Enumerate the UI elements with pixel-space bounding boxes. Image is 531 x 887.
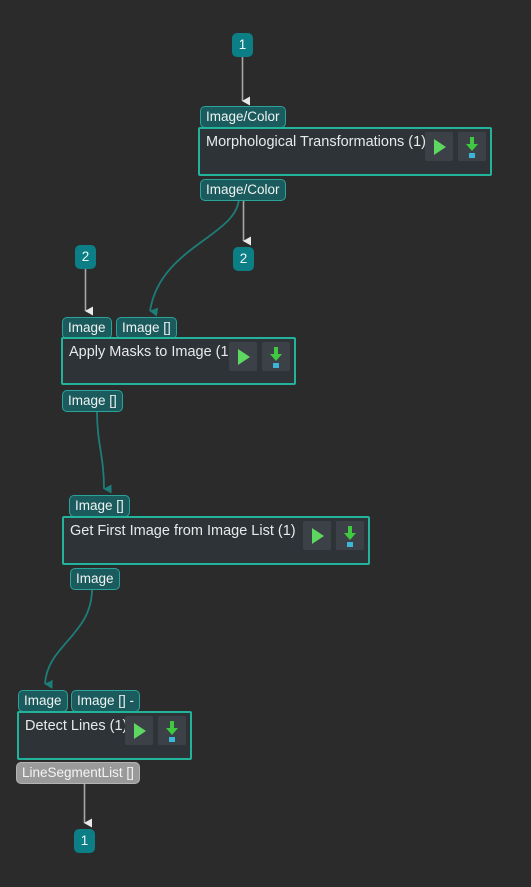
graph-canvas[interactable]: 1 2 2 1 Image/Color Morphological Transf… — [0, 0, 531, 887]
download-icon-head — [466, 144, 478, 151]
port-out-image-color-morph[interactable]: Image/Color — [200, 179, 286, 201]
node-title-detect-lines: Detect Lines (1) — [25, 718, 128, 734]
download-icon-head — [344, 533, 356, 540]
node-morphological-transformations[interactable]: Morphological Transformations (1) — [198, 127, 492, 176]
node-get-first-image-from-image-list[interactable]: Get First Image from Image List (1) — [62, 516, 370, 565]
port-in-image-apply-masks[interactable]: Image — [62, 317, 112, 339]
node-detect-lines[interactable]: Detect Lines (1) — [17, 711, 192, 760]
port-out-image-get-first[interactable]: Image — [70, 568, 120, 590]
download-button[interactable] — [158, 716, 186, 745]
edge-get-first-to-detect-lines — [44, 588, 93, 689]
play-icon — [134, 723, 146, 739]
node-buttons-morph — [425, 132, 486, 161]
run-button[interactable] — [303, 521, 331, 550]
node-buttons-detect-lines — [125, 716, 186, 745]
download-button[interactable] — [262, 342, 290, 371]
download-icon-base — [469, 153, 475, 158]
node-buttons-apply-masks — [229, 342, 290, 371]
node-title-morphological-transformations: Morphological Transformations (1) — [206, 134, 427, 150]
play-icon — [312, 528, 324, 544]
group-badge-1-top[interactable]: 1 — [232, 33, 253, 57]
download-icon-base — [169, 737, 175, 742]
edge-morph-to-apply-masks — [149, 196, 240, 317]
group-badge-2-right[interactable]: 2 — [233, 247, 254, 271]
port-in-image-color-morph[interactable]: Image/Color — [200, 106, 286, 128]
group-badge-1-bottom[interactable]: 1 — [74, 829, 95, 853]
port-out-image-list-apply-masks[interactable]: Image [] — [62, 390, 123, 412]
run-button[interactable] — [125, 716, 153, 745]
play-icon — [434, 139, 446, 155]
port-out-linesegmentlist-detect-lines[interactable]: LineSegmentList [] — [16, 762, 140, 784]
download-icon-base — [273, 363, 279, 368]
port-in-image-list-get-first[interactable]: Image [] — [69, 495, 130, 517]
group-badge-2-left[interactable]: 2 — [75, 245, 96, 269]
download-icon-head — [270, 354, 282, 361]
download-icon-head — [166, 728, 178, 735]
node-buttons-get-first — [303, 521, 364, 550]
port-in-image-detect-lines[interactable]: Image — [18, 690, 68, 712]
node-title-apply-masks-to-image: Apply Masks to Image (1) — [69, 344, 234, 360]
node-title-get-first-image-from-image-list: Get First Image from Image List (1) — [70, 523, 296, 539]
play-icon — [238, 349, 250, 365]
port-in-image-list-detect-lines[interactable]: Image [] - — [71, 690, 141, 712]
download-icon-base — [347, 542, 353, 547]
download-button[interactable] — [336, 521, 364, 550]
download-button[interactable] — [458, 132, 486, 161]
edge-apply-masks-to-get-first — [96, 410, 112, 494]
run-button[interactable] — [425, 132, 453, 161]
run-button[interactable] — [229, 342, 257, 371]
node-apply-masks-to-image[interactable]: Apply Masks to Image (1) — [61, 337, 296, 385]
port-in-image-list-apply-masks[interactable]: Image [] — [116, 317, 177, 339]
